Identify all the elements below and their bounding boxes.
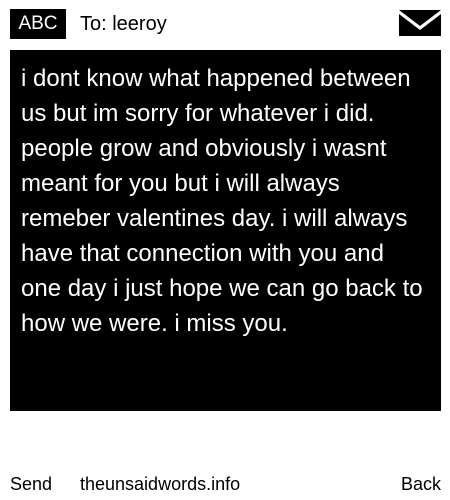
send-softkey[interactable]: Send	[10, 470, 52, 498]
input-mode-badge[interactable]: ABC	[10, 9, 66, 39]
softkey-bar: Send theunsaidwords.info Back	[0, 470, 450, 498]
envelope-icon	[399, 10, 441, 36]
recipient-field[interactable]: To: leeroy	[80, 9, 167, 39]
compose-header: ABC To: leeroy	[0, 0, 450, 44]
message-text[interactable]: i dont know what happened between us but…	[21, 61, 429, 341]
back-softkey[interactable]: Back	[401, 470, 441, 498]
message-body-area[interactable]: i dont know what happened between us but…	[10, 50, 441, 411]
envelope-icon-graphic	[399, 10, 441, 36]
site-caption: theunsaidwords.info	[80, 474, 241, 494]
